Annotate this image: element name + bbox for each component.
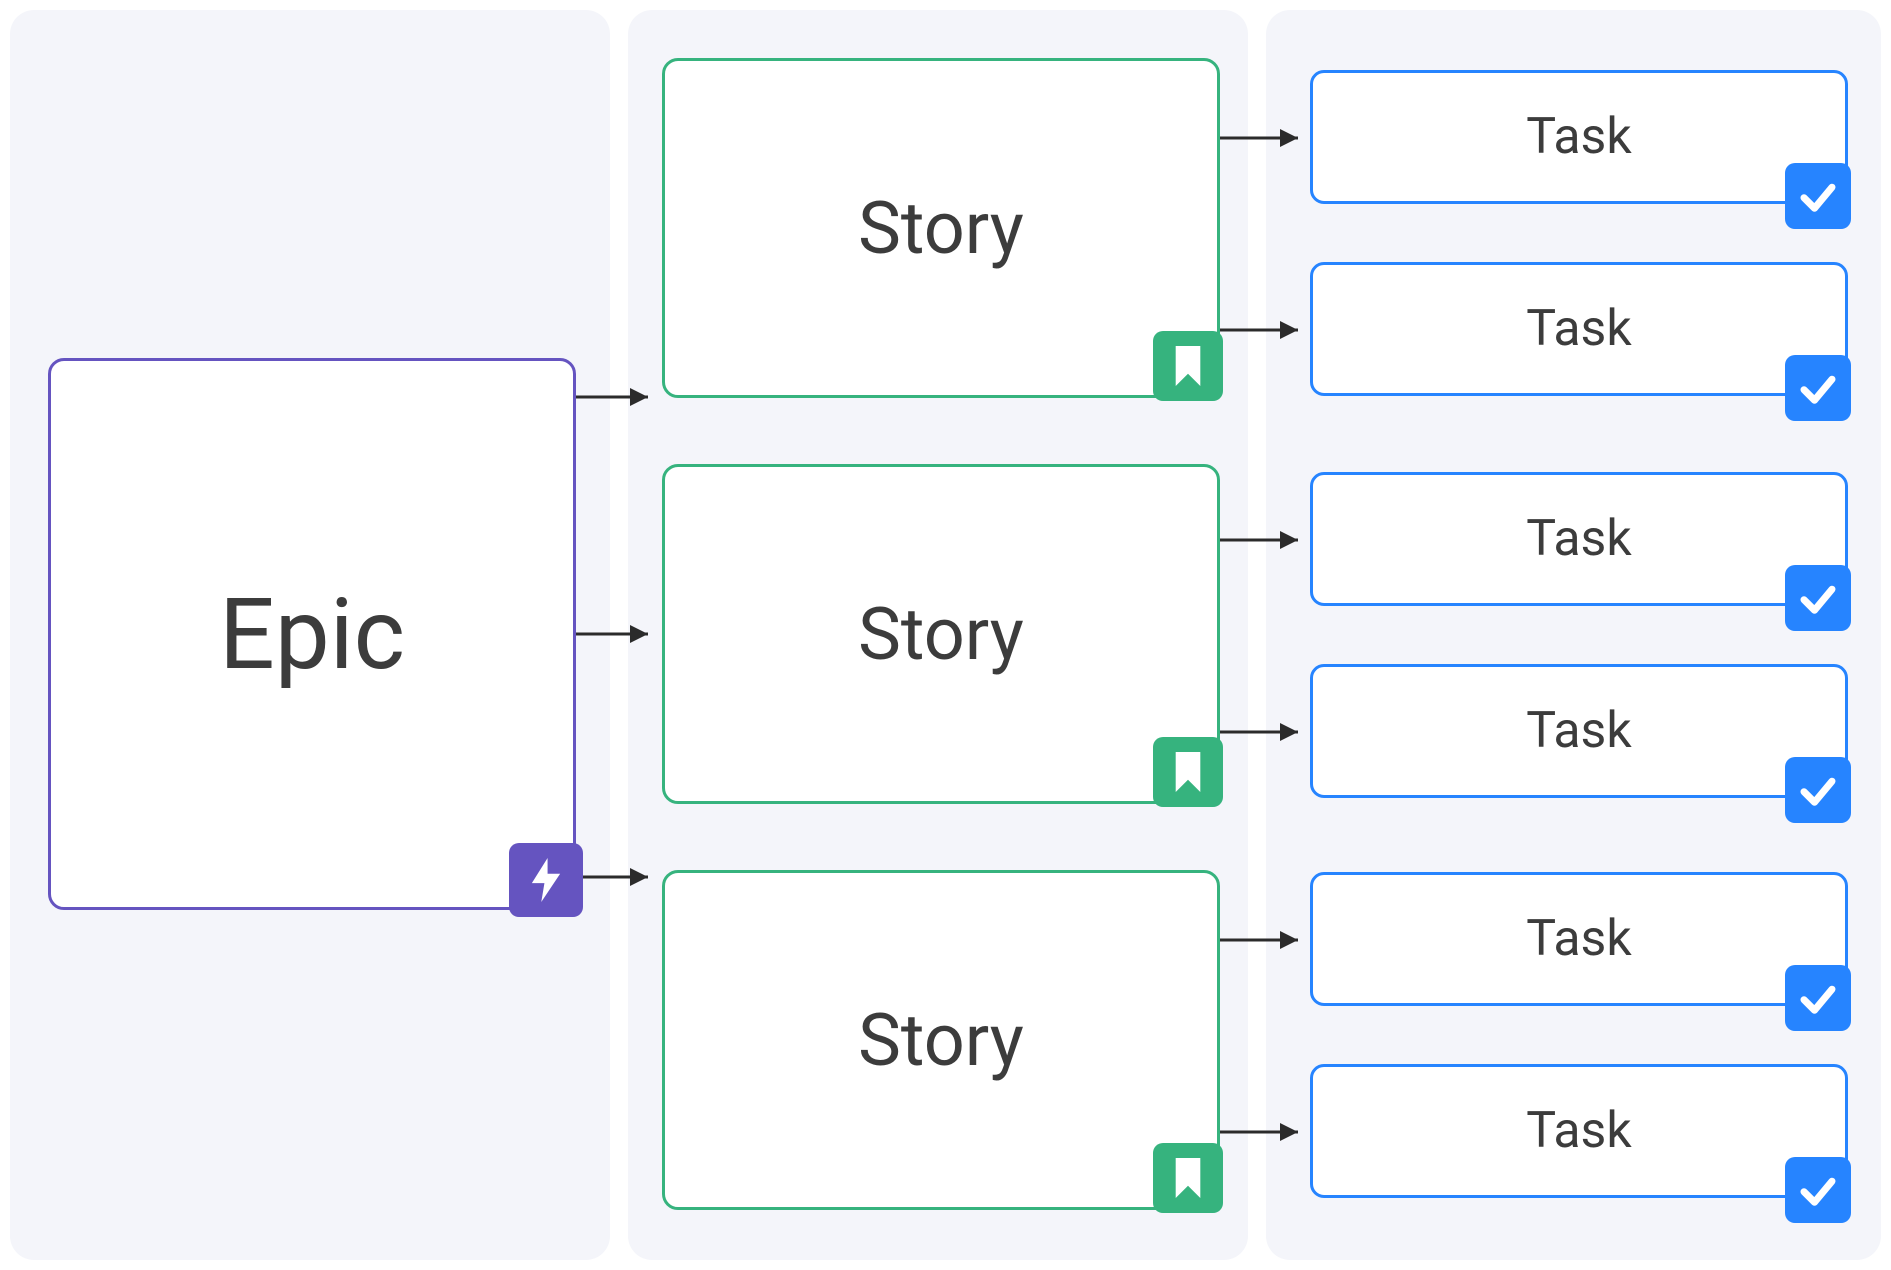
task-node: Task	[1310, 664, 1848, 798]
story-node: Story	[662, 58, 1220, 398]
epic-label: Epic	[219, 577, 405, 692]
task-label: Task	[1526, 910, 1631, 968]
task-node: Task	[1310, 872, 1848, 1006]
check-icon	[1785, 1157, 1851, 1223]
check-icon	[1785, 565, 1851, 631]
bookmark-icon	[1153, 1143, 1223, 1213]
task-label: Task	[1526, 702, 1631, 760]
check-icon	[1785, 757, 1851, 823]
task-label: Task	[1526, 300, 1631, 358]
task-label: Task	[1526, 1102, 1631, 1160]
task-node: Task	[1310, 262, 1848, 396]
story-node: Story	[662, 870, 1220, 1210]
diagram-stage: Epic Story Story Story Task Task	[0, 0, 1891, 1270]
bookmark-icon	[1153, 737, 1223, 807]
check-icon	[1785, 163, 1851, 229]
task-label: Task	[1526, 108, 1631, 166]
lightning-icon	[509, 843, 583, 917]
story-label: Story	[858, 186, 1024, 271]
task-node: Task	[1310, 1064, 1848, 1198]
story-label: Story	[858, 592, 1024, 677]
check-icon	[1785, 355, 1851, 421]
task-node: Task	[1310, 472, 1848, 606]
bookmark-icon	[1153, 331, 1223, 401]
epic-node: Epic	[48, 358, 576, 910]
story-label: Story	[858, 998, 1024, 1083]
task-label: Task	[1526, 510, 1631, 568]
story-node: Story	[662, 464, 1220, 804]
check-icon	[1785, 965, 1851, 1031]
task-node: Task	[1310, 70, 1848, 204]
